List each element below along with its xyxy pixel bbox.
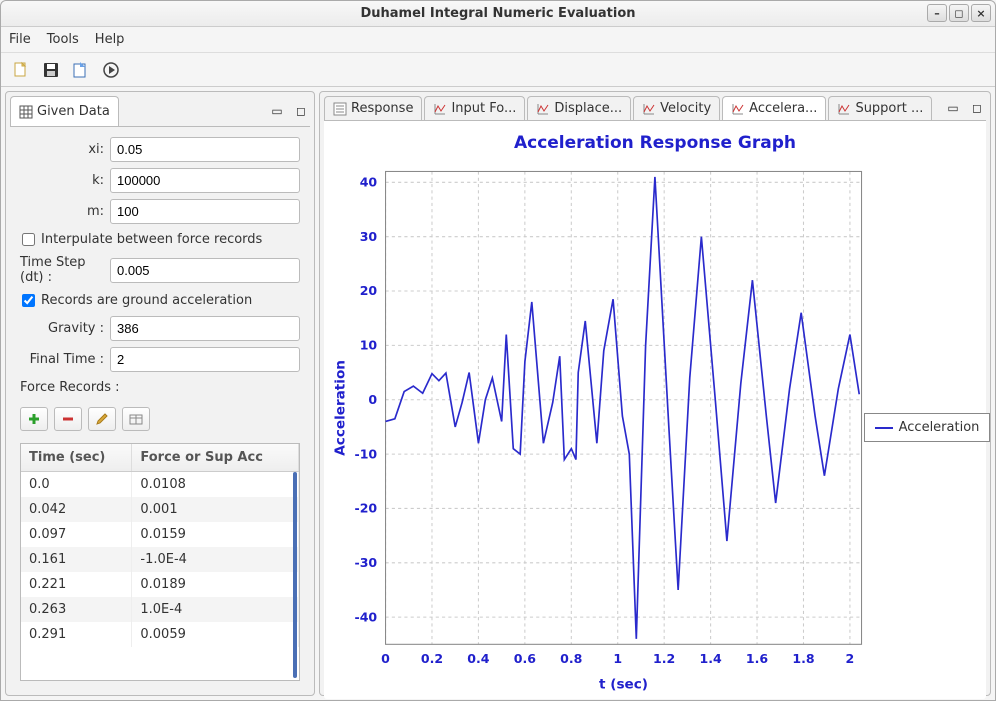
svg-text:40: 40: [360, 175, 378, 190]
panel-minimize-icon[interactable]: ▭: [944, 100, 962, 116]
table-header-force[interactable]: Force or Sup Acc: [132, 444, 299, 472]
window-minimize-button[interactable]: –: [927, 4, 947, 22]
svg-text:10: 10: [360, 338, 378, 353]
import-records-button[interactable]: [122, 407, 150, 431]
table-row[interactable]: 0.0970.0159: [21, 522, 299, 547]
svg-text:Acceleration: Acceleration: [333, 360, 349, 456]
window-close-button[interactable]: ×: [971, 4, 991, 22]
force-records-label: Force Records :: [20, 380, 300, 395]
chart-panel: ResponseInput Fo...Displace...VelocityAc…: [319, 91, 991, 696]
gravity-input[interactable]: [110, 316, 300, 341]
ground-accel-label[interactable]: Records are ground acceleration: [41, 293, 252, 308]
xi-input[interactable]: [110, 137, 300, 162]
tab-support-[interactable]: Support ...: [828, 96, 932, 120]
svg-text:0.8: 0.8: [560, 651, 582, 666]
tab-given-data[interactable]: Given Data: [10, 96, 119, 126]
svg-text:0: 0: [368, 392, 377, 407]
tab-velocity[interactable]: Velocity: [633, 96, 720, 120]
toolbar-run-icon[interactable]: [101, 60, 121, 80]
table-row[interactable]: 0.2210.0189: [21, 572, 299, 597]
svg-text:30: 30: [360, 229, 378, 244]
panel-maximize-icon[interactable]: ◻: [968, 100, 986, 116]
dt-label: Time Step (dt) :: [20, 255, 104, 285]
svg-text:1.6: 1.6: [746, 651, 768, 666]
acceleration-chart[interactable]: 0 0.2 0.4 0.6 0.8 1 1.2 1.4 1.6 1.8 2 -40 -30 -20 -10 0…: [328, 161, 872, 695]
table-header-time[interactable]: Time (sec): [21, 444, 132, 472]
k-input[interactable]: [110, 168, 300, 193]
table-row[interactable]: 0.2631.0E-4: [21, 597, 299, 622]
gravity-label: Gravity :: [20, 321, 104, 336]
toolbar-new-icon[interactable]: [11, 60, 31, 80]
chart-legend: Acceleration: [864, 413, 991, 442]
svg-text:1.2: 1.2: [653, 651, 675, 666]
minus-icon: [61, 412, 75, 426]
grid-icon: [19, 105, 33, 119]
records-table[interactable]: Time (sec) Force or Sup Acc 0.00.01080.0…: [20, 443, 300, 681]
table-import-icon: [129, 412, 143, 426]
toolbar-saveas-icon[interactable]: [71, 60, 91, 80]
window-maximize-button[interactable]: ◻: [949, 4, 969, 22]
final-time-label: Final Time :: [20, 352, 104, 367]
svg-text:1.8: 1.8: [792, 651, 814, 666]
svg-text:t (sec): t (sec): [599, 676, 648, 692]
menubar: File Tools Help: [1, 27, 995, 53]
m-label: m:: [20, 204, 104, 219]
toolbar: [1, 53, 995, 87]
table-row[interactable]: 0.161-1.0E-4: [21, 547, 299, 572]
k-label: k:: [20, 173, 104, 188]
svg-text:-30: -30: [355, 555, 378, 570]
plus-icon: [27, 412, 41, 426]
tab-given-data-label: Given Data: [37, 104, 110, 119]
xi-label: xi:: [20, 142, 104, 157]
tab-response[interactable]: Response: [324, 96, 422, 120]
toolbar-save-icon[interactable]: [41, 60, 61, 80]
chart-title: Acceleration Response Graph: [328, 133, 982, 153]
svg-text:0: 0: [381, 651, 390, 666]
svg-text:0.2: 0.2: [421, 651, 443, 666]
tab-accelera-[interactable]: Accelera...: [722, 96, 826, 120]
table-row[interactable]: 0.00.0108: [21, 472, 299, 498]
menu-file[interactable]: File: [9, 32, 31, 47]
final-time-input[interactable]: [110, 347, 300, 372]
tab-input-fo-[interactable]: Input Fo...: [424, 96, 525, 120]
m-input[interactable]: [110, 199, 300, 224]
pencil-icon: [95, 412, 109, 426]
ground-accel-checkbox[interactable]: [22, 294, 35, 307]
menu-help[interactable]: Help: [95, 32, 125, 47]
remove-record-button[interactable]: [54, 407, 82, 431]
add-record-button[interactable]: [20, 407, 48, 431]
interpolate-label[interactable]: Interpulate between force records: [41, 232, 262, 247]
tab-displace-[interactable]: Displace...: [527, 96, 631, 120]
edit-record-button[interactable]: [88, 407, 116, 431]
svg-text:2: 2: [846, 651, 855, 666]
svg-text:0.4: 0.4: [467, 651, 489, 666]
menu-tools[interactable]: Tools: [47, 32, 79, 47]
table-row[interactable]: 0.0420.001: [21, 497, 299, 522]
svg-text:0.6: 0.6: [514, 651, 536, 666]
svg-text:1: 1: [613, 651, 622, 666]
dt-input[interactable]: [110, 258, 300, 283]
legend-label: Acceleration: [899, 420, 980, 435]
interpolate-checkbox[interactable]: [22, 233, 35, 246]
given-data-panel: Given Data ▭ ◻ xi: k: m: Interpulate: [5, 91, 315, 696]
table-row[interactable]: 0.2910.0059: [21, 622, 299, 647]
window-title: Duhamel Integral Numeric Evaluation: [360, 6, 635, 21]
panel-minimize-icon[interactable]: ▭: [268, 103, 286, 119]
svg-text:-10: -10: [355, 446, 378, 461]
svg-text:-40: -40: [355, 609, 378, 624]
table-scrollbar[interactable]: [293, 472, 297, 678]
svg-text:1.4: 1.4: [699, 651, 721, 666]
svg-text:20: 20: [360, 283, 378, 298]
panel-maximize-icon[interactable]: ◻: [292, 103, 310, 119]
svg-text:-20: -20: [355, 501, 378, 516]
